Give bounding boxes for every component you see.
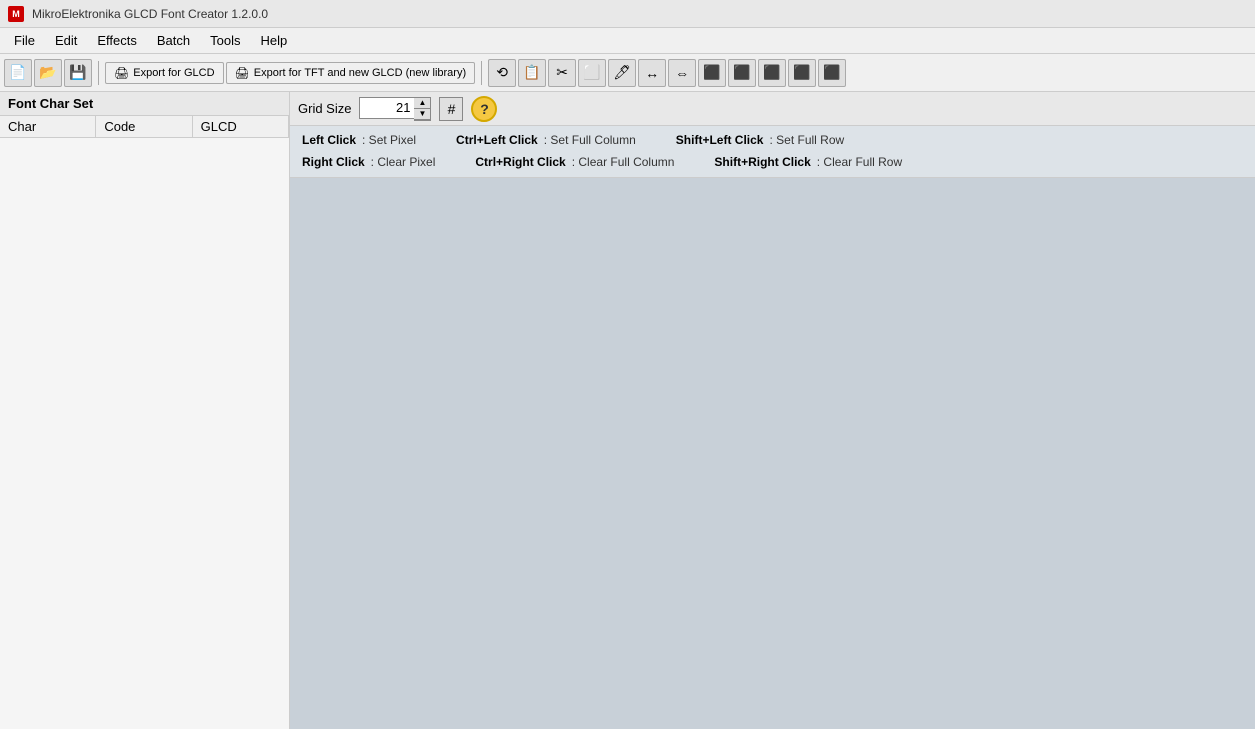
menu-batch[interactable]: Batch (147, 30, 200, 51)
tb-icon-7[interactable]: ⇔ (668, 59, 696, 87)
save-btn[interactable]: 💾 (64, 59, 92, 87)
app-title: MikroElektronika GLCD Font Creator 1.2.0… (32, 7, 268, 21)
grid-size-input[interactable] (359, 97, 414, 119)
tb-icon-2[interactable]: 📋 (518, 59, 546, 87)
tb-icon-10[interactable]: ⬛ (758, 59, 786, 87)
shift-right-key: Shift+Right Click (714, 152, 810, 174)
separator-1 (98, 61, 99, 85)
export-tft-label: Export for TFT and new GLCD (new library… (254, 67, 466, 79)
grid-size-up[interactable]: ▲ (414, 98, 430, 109)
col-glcd: GLCD (193, 116, 289, 137)
menu-tools[interactable]: Tools (200, 30, 250, 51)
export-glcd-btn[interactable]: 🖨 Export for GLCD (105, 62, 224, 84)
menu-effects[interactable]: Effects (87, 30, 147, 51)
tb-icon-4[interactable]: ⬜ (578, 59, 606, 87)
tb-icon-6[interactable]: ↔ (638, 59, 666, 87)
menu-bar: File Edit Effects Batch Tools Help (0, 28, 1255, 54)
ctrl-left-key: Ctrl+Left Click (456, 130, 538, 152)
new-btn[interactable]: 📄 (4, 59, 32, 87)
left-panel-columns: Char Code GLCD (0, 116, 289, 138)
menu-file[interactable]: File (4, 30, 45, 51)
right-panel: Grid Size ▲ ▼ # ? Left Click : Set Pixel… (290, 92, 1255, 729)
export-tft-btn[interactable]: 🖨 Export for TFT and new GLCD (new libra… (226, 62, 476, 84)
col-code: Code (96, 116, 192, 137)
shortcuts-bar: Left Click : Set Pixel Ctrl+Left Click :… (290, 126, 1255, 178)
separator-2 (481, 61, 482, 85)
right-click-desc: : Clear Pixel (371, 152, 436, 174)
shortcut-row-2: Right Click : Clear Pixel Ctrl+Right Cli… (302, 152, 1243, 174)
open-btn[interactable]: 📂 (34, 59, 62, 87)
grid-size-down[interactable]: ▼ (414, 109, 430, 120)
menu-edit[interactable]: Edit (45, 30, 87, 51)
left-panel-header: Font Char Set (0, 92, 289, 116)
toolbar: 📄 📂 💾 🖨 Export for GLCD 🖨 Export for TFT… (0, 54, 1255, 92)
shortcut-right-click: Right Click : Clear Pixel (302, 152, 435, 174)
tb-icon-12[interactable]: ⬛ (818, 59, 846, 87)
shortcut-shift-left: Shift+Left Click : Set Full Row (676, 130, 844, 152)
shift-left-desc: : Set Full Row (769, 130, 844, 152)
tb-icon-8[interactable]: ⬛ (698, 59, 726, 87)
tb-icon-5[interactable]: 🖊 (608, 59, 636, 87)
shortcut-left-click: Left Click : Set Pixel (302, 130, 416, 152)
left-click-key: Left Click (302, 130, 356, 152)
menu-help[interactable]: Help (250, 30, 297, 51)
grid-size-label: Grid Size (298, 101, 351, 116)
grid-size-bar: Grid Size ▲ ▼ # ? (290, 92, 1255, 126)
ctrl-right-desc: : Clear Full Column (572, 152, 675, 174)
shortcut-row-1: Left Click : Set Pixel Ctrl+Left Click :… (302, 130, 1243, 152)
export-glcd-label: Export for GLCD (133, 67, 214, 79)
grid-size-spinner[interactable]: ▲ ▼ (359, 97, 431, 121)
left-panel: Font Char Set Char Code GLCD (0, 92, 290, 729)
tb-icon-1[interactable]: ⟲ (488, 59, 516, 87)
grid-toggle-btn[interactable]: # (439, 97, 463, 121)
title-bar: M MikroElektronika GLCD Font Creator 1.2… (0, 0, 1255, 28)
shift-right-desc: : Clear Full Row (817, 152, 902, 174)
main-layout: Font Char Set Char Code GLCD Grid Size ▲… (0, 92, 1255, 729)
col-char: Char (0, 116, 96, 137)
shift-left-key: Shift+Left Click (676, 130, 764, 152)
help-btn[interactable]: ? (471, 96, 497, 122)
right-click-key: Right Click (302, 152, 365, 174)
tb-icon-3[interactable]: ✂ (548, 59, 576, 87)
ctrl-right-key: Ctrl+Right Click (475, 152, 565, 174)
app-icon: M (8, 6, 24, 22)
shortcut-shift-right: Shift+Right Click : Clear Full Row (714, 152, 902, 174)
left-click-desc: : Set Pixel (362, 130, 416, 152)
tb-icon-9[interactable]: ⬛ (728, 59, 756, 87)
tb-icon-11[interactable]: ⬛ (788, 59, 816, 87)
shortcut-ctrl-left: Ctrl+Left Click : Set Full Column (456, 130, 636, 152)
shortcut-ctrl-right: Ctrl+Right Click : Clear Full Column (475, 152, 674, 174)
ctrl-left-desc: : Set Full Column (544, 130, 636, 152)
